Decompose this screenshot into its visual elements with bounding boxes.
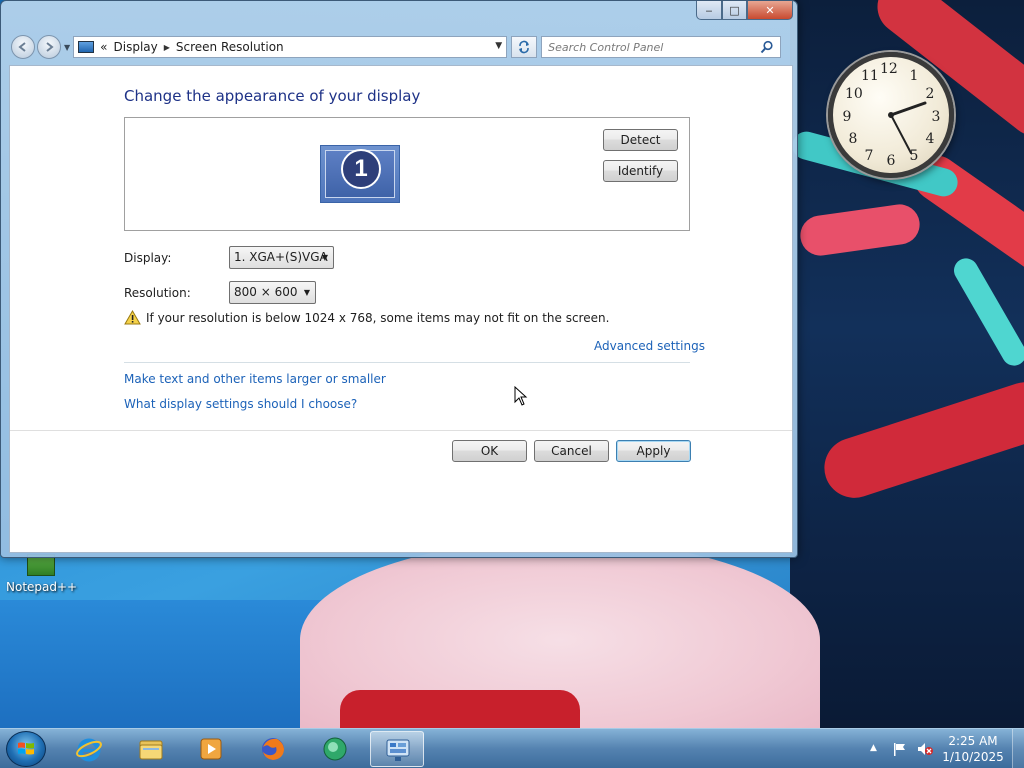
taskbar-firefox[interactable] — [246, 731, 300, 767]
forward-button[interactable] — [37, 35, 61, 59]
taskbar-internet-explorer[interactable] — [62, 731, 116, 767]
search-input[interactable] — [548, 40, 749, 54]
taskbar-control-panel[interactable] — [370, 731, 424, 767]
start-button[interactable] — [6, 731, 46, 767]
windows-logo-icon — [18, 742, 34, 755]
resolution-select[interactable]: 800 × 600 ▼ — [229, 281, 316, 304]
internet-explorer-icon — [76, 738, 102, 762]
advanced-settings-link[interactable]: Advanced settings — [594, 339, 705, 353]
taskbar-clock-date[interactable]: 1/10/2025 — [940, 750, 1006, 764]
wallpaper-blue-band — [0, 600, 330, 728]
detect-button[interactable]: Detect — [603, 129, 678, 151]
control-panel-icon — [78, 41, 95, 53]
resolution-warning: If your resolution is below 1024 x 768, … — [124, 310, 609, 325]
close-button[interactable]: ✕ — [747, 1, 793, 20]
maximize-button[interactable]: □ — [722, 1, 747, 20]
resolution-label: Resolution: — [124, 286, 191, 300]
search-box[interactable] — [541, 36, 782, 58]
clock-hands — [888, 101, 927, 154]
cancel-button[interactable]: Cancel — [534, 440, 609, 462]
back-arrow-icon — [18, 42, 26, 52]
apply-button[interactable]: Apply — [616, 440, 691, 462]
resolution-select-value: 800 × 600 — [234, 285, 298, 299]
ok-button[interactable]: OK — [452, 440, 527, 462]
display-label: Display: — [124, 251, 172, 265]
breadcrumb-separator-icon[interactable]: ▶ — [164, 43, 170, 52]
forward-arrow-icon — [46, 42, 54, 52]
action-center-flag-icon[interactable] — [892, 741, 908, 757]
control-panel-icon — [386, 739, 410, 761]
display-select[interactable]: 1. XGA+(S)VGA ▼ — [229, 246, 334, 269]
screen-resolution-window: ‒ □ ✕ ▼ « Display ▶ Screen Resolution ▼ — [0, 0, 798, 558]
content-pane: Change the appearance of your display 1 … — [9, 65, 793, 553]
display-select-value: 1. XGA+(S)VGA — [234, 250, 328, 264]
chevron-down-icon: ▼ — [321, 253, 328, 262]
mouse-cursor-icon — [514, 386, 528, 406]
chevron-down-icon: ▼ — [303, 288, 310, 297]
folder-icon — [139, 740, 163, 760]
warning-text: If your resolution is below 1024 x 768, … — [146, 310, 610, 325]
caption-buttons: ‒ □ ✕ — [696, 1, 793, 20]
recent-pages-dropdown-icon[interactable]: ▼ — [64, 43, 70, 52]
show-desktop-button[interactable] — [1012, 729, 1024, 768]
refresh-icon — [519, 40, 530, 54]
identify-button[interactable]: Identify — [603, 160, 678, 182]
address-dropdown-icon[interactable]: ▼ — [495, 41, 502, 51]
taskbar-media-player[interactable] — [184, 731, 238, 767]
refresh-button[interactable] — [511, 36, 538, 58]
monitor-arrangement-panel: 1 Detect Identify — [124, 117, 690, 231]
wallpaper-collar — [340, 690, 580, 728]
green-app-icon — [323, 737, 347, 761]
volume-muted-icon[interactable] — [916, 741, 934, 757]
minimize-button[interactable]: ‒ — [696, 1, 722, 20]
show-hidden-icons-button[interactable]: ▲ — [870, 743, 877, 753]
address-bar[interactable]: « Display ▶ Screen Resolution ▼ — [73, 36, 508, 58]
search-icon[interactable] — [760, 40, 774, 54]
monitor-number-badge: 1 — [341, 149, 381, 189]
breadcrumb-prefix[interactable]: « — [100, 40, 107, 54]
divider — [10, 430, 792, 431]
warning-icon — [124, 310, 141, 325]
taskbar-app[interactable] — [308, 731, 362, 767]
taskbar-clock-time[interactable]: 2:25 AM — [940, 734, 1006, 748]
back-button[interactable] — [11, 35, 35, 59]
breadcrumb-display[interactable]: Display — [114, 40, 158, 54]
taskbar-windows-explorer[interactable] — [124, 731, 178, 767]
taskbar: ▲ 2:25 AM 1/10/2025 — [0, 728, 1024, 768]
text-size-link[interactable]: Make text and other items larger or smal… — [124, 372, 386, 386]
divider — [124, 362, 690, 363]
navigation-bar: ▼ « Display ▶ Screen Resolution ▼ — [9, 33, 793, 61]
desktop-icon-notepadpp[interactable]: Notepad++ — [6, 554, 78, 594]
media-player-icon — [200, 738, 222, 760]
clock-gadget[interactable]: 12 1 2 3 4 5 6 7 8 9 10 11 — [828, 52, 954, 178]
firefox-icon — [262, 738, 284, 760]
display-settings-help-link[interactable]: What display settings should I choose? — [124, 397, 357, 411]
page-title: Change the appearance of your display — [124, 87, 421, 105]
breadcrumb-screen-resolution[interactable]: Screen Resolution — [176, 40, 284, 54]
desktop-icon-label: Notepad++ — [6, 580, 78, 594]
monitor-1-thumbnail[interactable]: 1 — [320, 145, 400, 203]
